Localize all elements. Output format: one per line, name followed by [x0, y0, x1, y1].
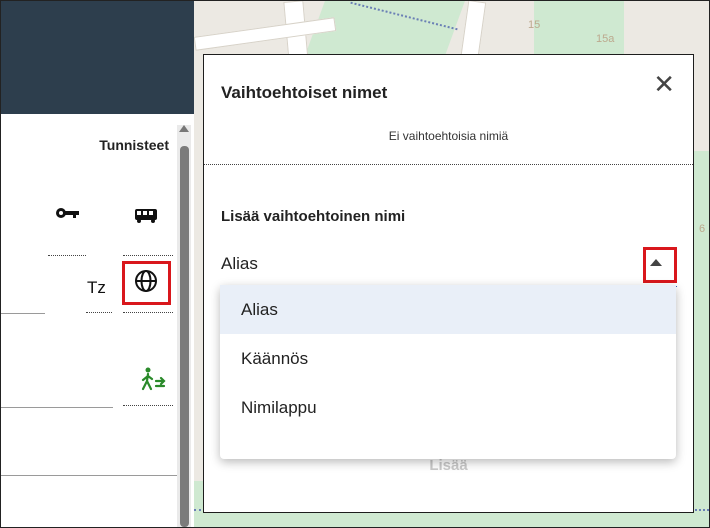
scroll-up-arrow-icon[interactable] — [179, 125, 189, 132]
highlight-box — [643, 247, 677, 283]
name-type-dropdown: Alias Käännös Nimilappu — [220, 285, 676, 459]
add-alternative-name-heading: Lisää vaihtoehtoinen nimi — [221, 208, 406, 225]
dropdown-option-kaannos[interactable]: Käännös — [220, 334, 676, 383]
dropdown-option-alias[interactable]: Alias — [220, 285, 676, 334]
name-type-select-value[interactable]: Alias — [221, 254, 258, 274]
identifiers-column-header: Tunnisteet — [99, 137, 169, 153]
dialog-title: Vaihtoehtoiset nimet — [221, 83, 388, 102]
map-label: 6 — [699, 223, 706, 235]
add-button[interactable]: Lisää — [204, 457, 693, 474]
screenshot-frame: 15 15a 6 Tunnisteet Tz Vaihtoehtoiset ni… — [0, 0, 710, 528]
empty-state-text: Ei vaihtoehtoisia nimiä — [388, 129, 509, 143]
map-label: 15 — [528, 19, 541, 31]
highlight-box — [122, 261, 171, 305]
dropdown-option-nimilappu[interactable]: Nimilappu — [220, 383, 676, 432]
map-label: 15a — [596, 33, 615, 45]
timezone-label[interactable]: Tz — [87, 278, 106, 298]
scrollbar-thumb[interactable] — [180, 146, 189, 527]
divider — [204, 164, 693, 165]
stop-details-panel: Tunnisteet Tz — [1, 1, 194, 527]
close-icon[interactable]: ✕ — [653, 71, 675, 97]
panel-header — [1, 1, 194, 114]
pedestrian-transfer-icon[interactable] — [136, 365, 170, 393]
bus-icon[interactable] — [129, 204, 163, 228]
key-icon[interactable] — [53, 201, 83, 225]
